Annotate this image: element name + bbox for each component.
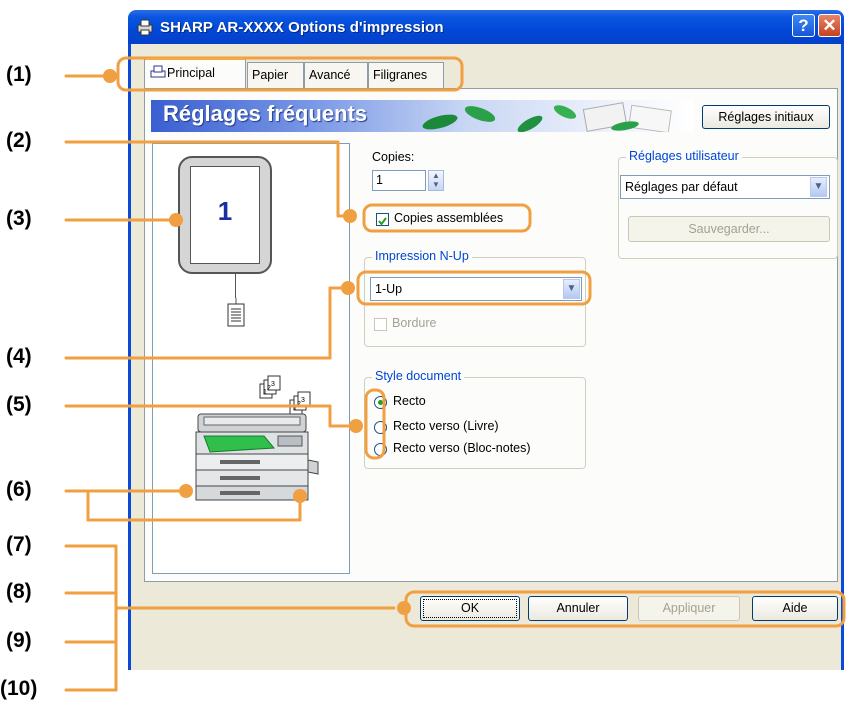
callout-8: (8) — [6, 580, 32, 603]
callout-1: (1) — [6, 63, 32, 86]
callout-10: (10) — [0, 677, 38, 700]
callout-2: (2) — [6, 129, 32, 152]
callout-9: (9) — [6, 629, 32, 652]
callout-5: (5) — [6, 393, 32, 416]
callout-4: (4) — [6, 345, 32, 368]
printer-icon — [150, 65, 166, 78]
callout-3: (3) — [6, 207, 32, 230]
callout-lines — [64, 56, 846, 692]
callout-7: (7) — [6, 533, 32, 556]
callout-6: (6) — [6, 478, 32, 501]
